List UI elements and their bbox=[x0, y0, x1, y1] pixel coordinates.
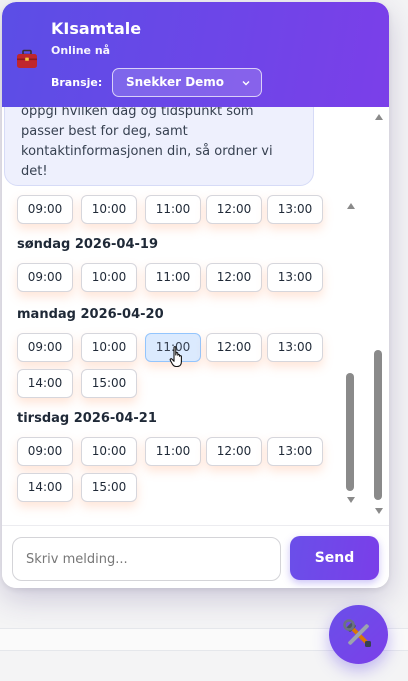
scrollbar-thumb[interactable] bbox=[374, 350, 382, 500]
time-slot-button[interactable]: 15:00 bbox=[81, 473, 137, 502]
chat-title: KIsamtale bbox=[51, 19, 142, 38]
time-slot-button[interactable]: 14:00 bbox=[17, 369, 73, 398]
slot-list-scrollbar[interactable] bbox=[343, 115, 359, 515]
message-list-scrollbar[interactable] bbox=[371, 102, 387, 520]
time-slot-button[interactable]: 12:00 bbox=[206, 437, 262, 466]
time-slot-button[interactable]: 09:00 bbox=[17, 263, 73, 292]
time-slot-button[interactable]: 10:00 bbox=[81, 195, 137, 224]
bubble-text-line: det! bbox=[21, 164, 48, 179]
time-slot-button[interactable]: 11:00 bbox=[145, 195, 201, 224]
scroll-up-arrow-icon[interactable] bbox=[347, 203, 355, 209]
scroll-down-arrow-icon[interactable] bbox=[375, 508, 383, 514]
online-status: Online nå bbox=[51, 44, 111, 57]
bransje-select[interactable]: Snekker Demo bbox=[112, 68, 262, 97]
scroll-up-arrow-icon[interactable] bbox=[375, 114, 383, 120]
day-heading: tirsdag 2026-04-21 bbox=[17, 411, 157, 426]
bubble-text-line: kontaktinformasjonen din, så ordner vi bbox=[21, 144, 273, 159]
chat-widget: KIsamtale Online nå Bransje: Snekker Dem… bbox=[2, 2, 389, 588]
time-slot-button[interactable]: 13:00 bbox=[267, 195, 323, 224]
day-heading: mandag 2026-04-20 bbox=[17, 307, 164, 322]
briefcase-icon bbox=[17, 49, 37, 68]
message-input[interactable] bbox=[12, 537, 281, 581]
bubble-text-line: oppgi hvilken dag og tidspunkt som bbox=[21, 107, 254, 119]
time-slot-button[interactable]: 09:00 bbox=[17, 195, 73, 224]
chevron-down-icon bbox=[242, 81, 250, 86]
message-composer: Send bbox=[2, 525, 389, 588]
time-slot-button[interactable]: 10:00 bbox=[81, 437, 137, 466]
time-slot-button[interactable]: 13:00 bbox=[267, 263, 323, 292]
chat-toggle-button[interactable] bbox=[329, 605, 388, 664]
scrollbar-thumb[interactable] bbox=[346, 373, 354, 491]
day-heading: søndag 2026-04-19 bbox=[17, 237, 158, 252]
scroll-down-arrow-icon[interactable] bbox=[347, 497, 355, 503]
hand-cursor-icon bbox=[169, 346, 182, 368]
time-slot-button[interactable]: 11:00 bbox=[145, 437, 201, 466]
time-slot-button[interactable]: 10:00 bbox=[81, 333, 137, 362]
time-slot-button[interactable]: 09:00 bbox=[17, 333, 73, 362]
bransje-label: Bransje: bbox=[51, 76, 103, 89]
time-slot-button[interactable]: 14:00 bbox=[17, 473, 73, 502]
chat-header: KIsamtale Online nå Bransje: Snekker Dem… bbox=[2, 2, 389, 107]
time-slot-button[interactable]: 13:00 bbox=[267, 437, 323, 466]
time-slot-button[interactable]: 12:00 bbox=[206, 195, 262, 224]
time-slot-button[interactable]: 11:00 bbox=[145, 263, 201, 292]
time-slot-button[interactable]: 13:00 bbox=[267, 333, 323, 362]
time-slot-button[interactable]: 09:00 bbox=[17, 437, 73, 466]
bubble-text-line: passer best for deg, samt bbox=[21, 124, 188, 139]
time-slot-button[interactable]: 10:00 bbox=[81, 263, 137, 292]
bransje-selected-value: Snekker Demo bbox=[126, 75, 225, 89]
message-list: oppgi hvilken dag og tidspunkt som passe… bbox=[2, 107, 389, 525]
send-button[interactable]: Send bbox=[290, 536, 379, 580]
bot-message-bubble: oppgi hvilken dag og tidspunkt som passe… bbox=[4, 107, 314, 186]
time-slot-button[interactable]: 15:00 bbox=[81, 369, 137, 398]
time-slot-button[interactable]: 12:00 bbox=[206, 333, 262, 362]
tools-icon bbox=[343, 619, 371, 647]
time-slot-button[interactable]: 12:00 bbox=[206, 263, 262, 292]
